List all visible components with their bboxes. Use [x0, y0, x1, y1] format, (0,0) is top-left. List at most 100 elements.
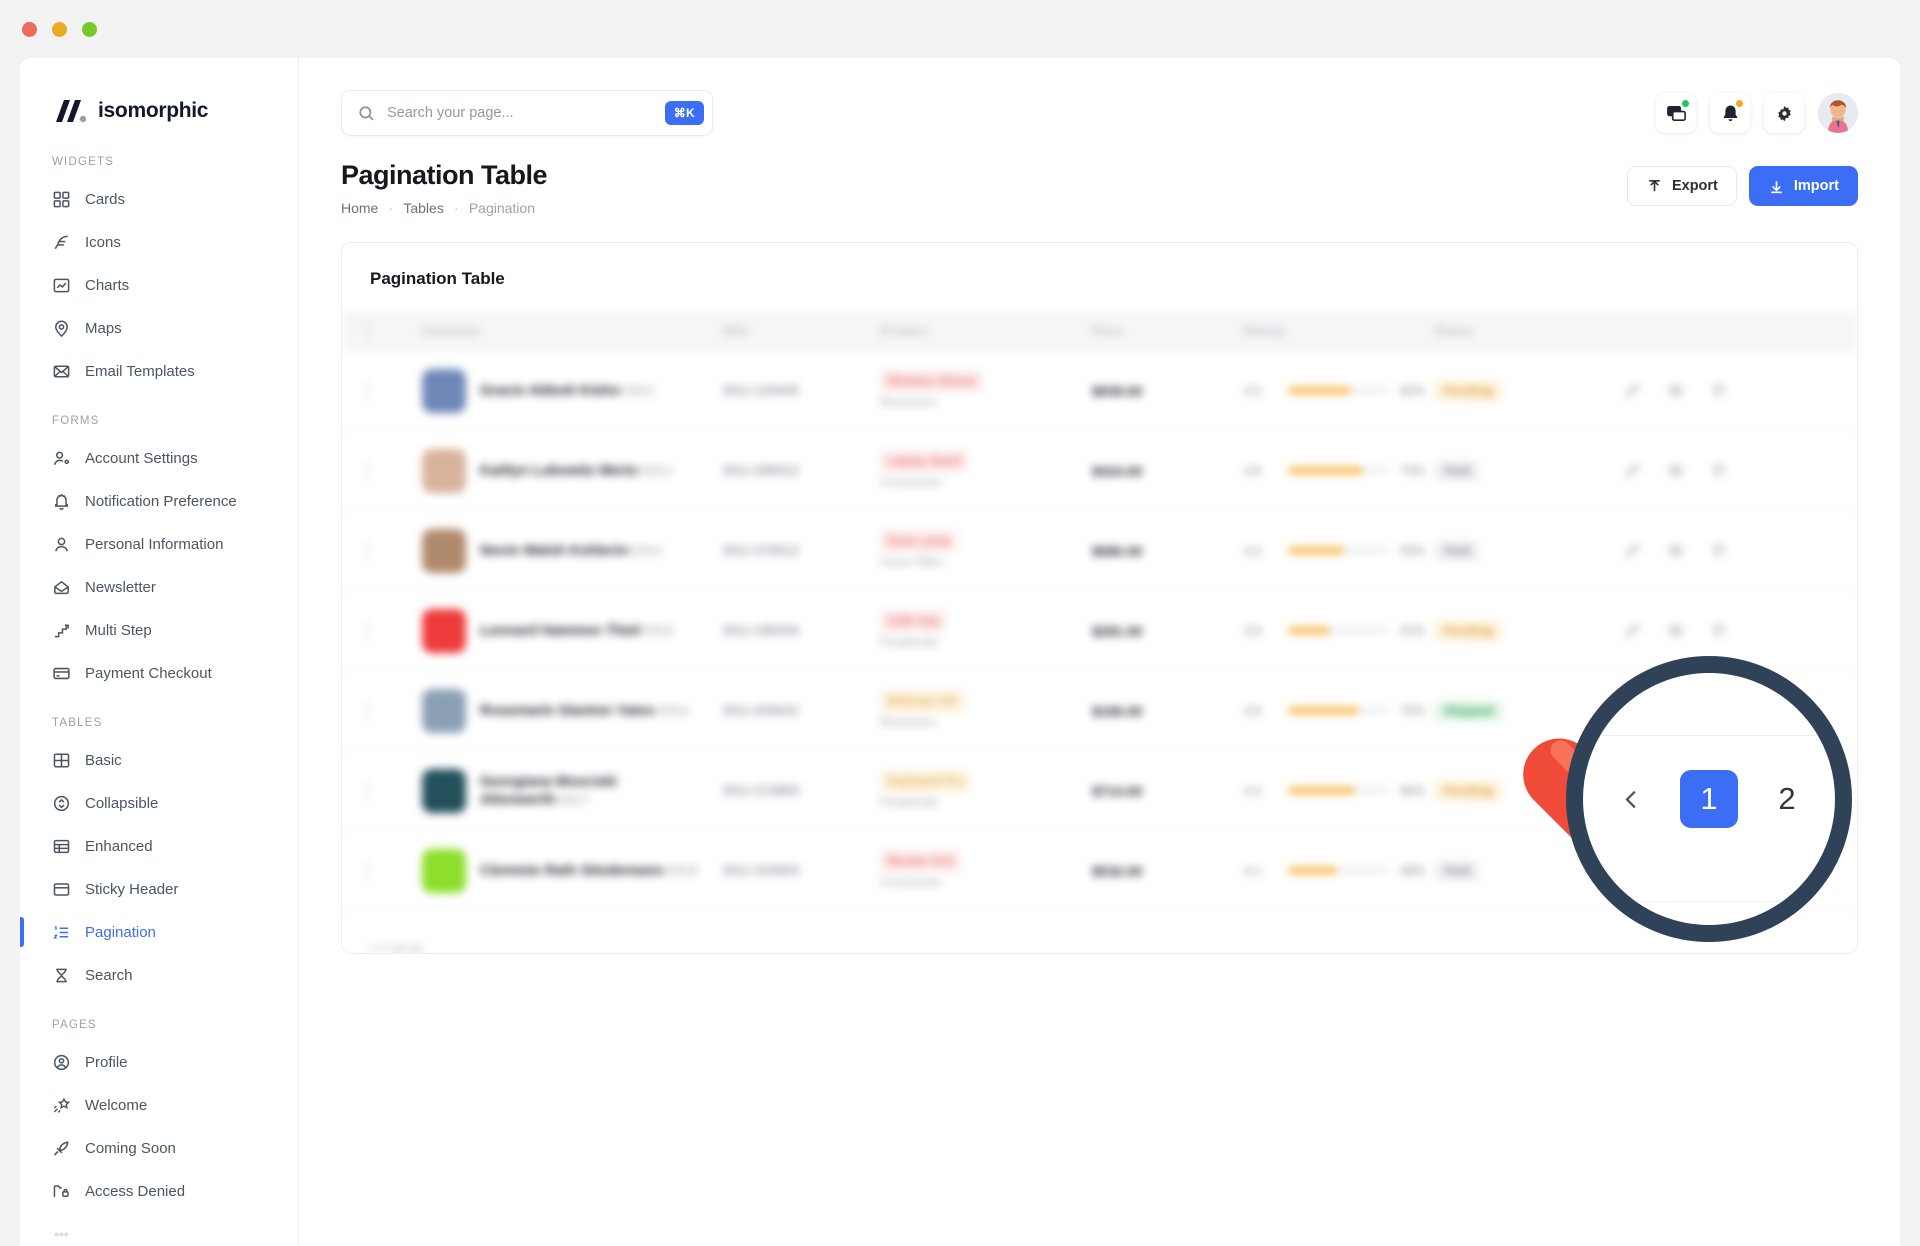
traffic-lights	[22, 22, 97, 37]
eye-icon[interactable]	[1667, 462, 1684, 479]
export-button[interactable]: Export	[1626, 166, 1737, 206]
delete-icon[interactable]	[1710, 862, 1727, 879]
notifications-button[interactable]	[1710, 93, 1750, 133]
row-select-cell[interactable]	[366, 700, 422, 720]
table-row[interactable]: Clemmie Rath Stiedemann#3918 SKU-315843 Mo…	[342, 831, 1857, 911]
table-row[interactable]: Georgiana Mosciski Altenwerth#3917 SKU-21…	[342, 751, 1857, 831]
sidebar-item-newsletter[interactable]: Newsletter	[38, 566, 280, 609]
eye-icon[interactable]	[1667, 542, 1684, 559]
sidebar-item-search[interactable]: Search	[38, 954, 280, 997]
table-row[interactable]: Rosemarie Stanton Yates#3916 SKU-409441 We…	[342, 671, 1857, 751]
row-select-cell[interactable]	[366, 860, 422, 880]
delete-icon[interactable]	[1710, 782, 1727, 799]
column-header-customer[interactable]: Customer	[422, 324, 722, 338]
table-row[interactable]: Kaitlyn Lubowitz Mertz#3913 SKU-288312 Lap…	[342, 431, 1857, 511]
row-select-cell[interactable]	[366, 540, 422, 560]
column-header-status[interactable]: Status	[1434, 324, 1624, 338]
breadcrumb-item-tables[interactable]: Tables	[403, 200, 443, 216]
settings-button[interactable]	[1764, 93, 1804, 133]
notifications-badge-dot	[1735, 99, 1744, 108]
minimize-window-button[interactable]	[52, 22, 67, 37]
row-checkbox[interactable]	[366, 540, 368, 560]
eye-icon[interactable]	[1667, 702, 1684, 719]
sidebar-item-charts[interactable]: Charts	[38, 264, 280, 307]
edit-icon[interactable]	[1624, 782, 1641, 799]
sidebar-item-maps[interactable]: Maps	[38, 307, 280, 350]
grid-icon	[52, 190, 71, 209]
row-select-cell[interactable]	[366, 620, 422, 640]
table-row[interactable]: Nevin Walsh Kshlerin#3914 SKU-379512 Desk …	[342, 511, 1857, 591]
sidebar-item-basic[interactable]: Basic	[38, 739, 280, 782]
column-header-product[interactable]: Product	[880, 324, 1092, 338]
delete-icon[interactable]	[1710, 542, 1727, 559]
column-header-sku[interactable]: SKU	[722, 324, 880, 338]
sidebar-item-sticky-header[interactable]: Sticky Header	[38, 868, 280, 911]
table-row[interactable]: Gracie Abbott Kiehn#3912 SKU-120445 Wirele…	[342, 351, 1857, 431]
edit-icon[interactable]	[1624, 622, 1641, 639]
row-checkbox[interactable]	[366, 460, 368, 480]
eye-icon[interactable]	[1667, 382, 1684, 399]
sidebar-item-welcome[interactable]: Welcome	[38, 1084, 280, 1127]
brand-logo[interactable]: isomorphic	[20, 58, 298, 134]
user-avatar[interactable]	[1818, 93, 1858, 133]
column-header-price[interactable]: Price	[1092, 324, 1244, 338]
sidebar-item-personal-information[interactable]: Personal Information	[38, 523, 280, 566]
sidebar-item-cards[interactable]: Cards	[38, 178, 280, 221]
row-select-cell[interactable]	[366, 380, 422, 400]
sidebar-item-icons[interactable]: Icons	[38, 221, 280, 264]
row-checkbox[interactable]	[366, 780, 368, 800]
sidebar-item-profile[interactable]: Profile	[38, 1041, 280, 1084]
row-select-cell[interactable]	[366, 460, 422, 480]
sidebar-item-access-denied[interactable]: Access Denied	[38, 1170, 280, 1213]
sidebar-item-overflow[interactable]	[38, 1213, 280, 1246]
sidebar-section-widgets: WIDGETS	[52, 156, 115, 168]
breadcrumb-item-home[interactable]: Home	[341, 200, 378, 216]
delete-icon[interactable]	[1710, 382, 1727, 399]
row-checkbox[interactable]	[366, 860, 368, 880]
sidebar-item-coming-soon[interactable]: Coming Soon	[38, 1127, 280, 1170]
edit-icon[interactable]	[1624, 702, 1641, 719]
sidebar-item-email-templates[interactable]: Email Templates	[38, 350, 280, 393]
edit-icon[interactable]	[1624, 542, 1641, 559]
search-input[interactable]	[387, 105, 665, 121]
messages-button[interactable]	[1656, 93, 1696, 133]
select-all-checkbox[interactable]	[366, 321, 368, 340]
sidebar-item-enhanced[interactable]: Enhanced	[38, 825, 280, 868]
gear-icon	[1777, 105, 1791, 121]
sidebar-item-multi-step[interactable]: Multi Step	[38, 609, 280, 652]
delete-icon[interactable]	[1710, 462, 1727, 479]
row-select-cell[interactable]	[366, 780, 422, 800]
sidebar-item-notification-preference[interactable]: Notification Preference	[38, 480, 280, 523]
sidebar-item-account-settings[interactable]: Account Settings	[38, 437, 280, 480]
column-header-rating[interactable]: Rating	[1244, 324, 1434, 338]
select-all-cell[interactable]	[366, 321, 422, 340]
edit-icon[interactable]	[1624, 382, 1641, 399]
import-button[interactable]: Import	[1748, 166, 1858, 206]
search-bar[interactable]: ⌘K	[341, 90, 713, 136]
edit-icon[interactable]	[1624, 862, 1641, 879]
eye-icon[interactable]	[1667, 862, 1684, 879]
row-checkbox[interactable]	[366, 620, 368, 640]
row-checkbox[interactable]	[366, 700, 368, 720]
cell-rating: 4.2 55%	[1244, 544, 1434, 558]
cell-customer: Gracie Abbott Kiehn#3912	[422, 368, 722, 413]
edit-icon[interactable]	[1624, 462, 1641, 479]
page-actions: Export Import	[1626, 160, 1858, 206]
close-window-button[interactable]	[22, 22, 37, 37]
cell-status: Paid	[1434, 859, 1624, 882]
table-row[interactable]: Leonard Hammes Thiel#3915 SKU-186334 USB H…	[342, 591, 1857, 671]
delete-icon[interactable]	[1710, 622, 1727, 639]
sidebar-item-pagination[interactable]: Pagination	[20, 911, 280, 954]
customer-name: Rosemarie Stanton Yates	[480, 702, 654, 719]
more-icon	[52, 1225, 71, 1244]
user-icon	[52, 535, 71, 554]
sidebar-item-payment-checkout[interactable]: Payment Checkout	[38, 652, 280, 695]
maximize-window-button[interactable]	[82, 22, 97, 37]
cell-sku: SKU-379512	[722, 543, 800, 558]
row-checkbox[interactable]	[366, 380, 368, 400]
eye-icon[interactable]	[1667, 782, 1684, 799]
eye-icon[interactable]	[1667, 622, 1684, 639]
delete-icon[interactable]	[1710, 702, 1727, 719]
top-bar-actions	[1656, 93, 1858, 133]
sidebar-item-collapsible[interactable]: Collapsible	[38, 782, 280, 825]
